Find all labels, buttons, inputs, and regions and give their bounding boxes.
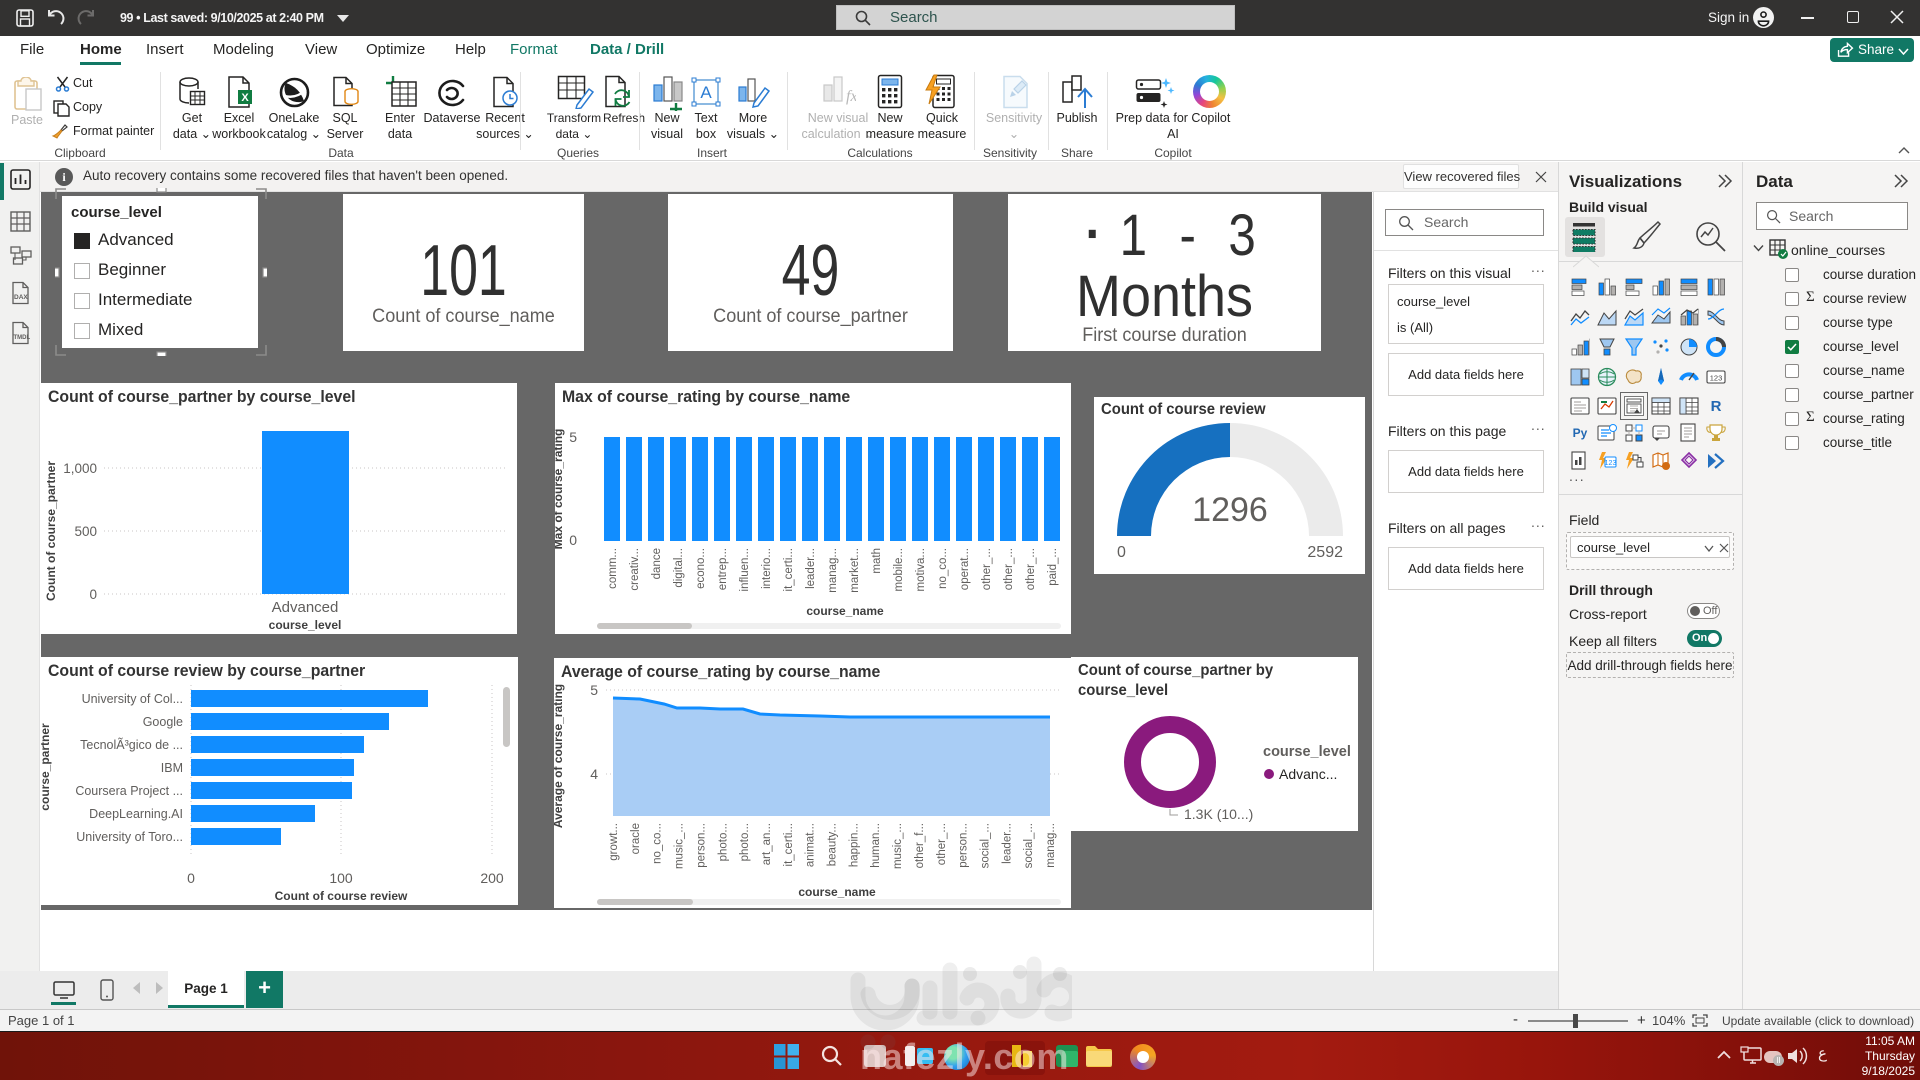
svg-text:photo...: photo... xyxy=(717,823,729,861)
svg-text:1296: 1296 xyxy=(1192,491,1268,529)
svg-text:A: A xyxy=(700,83,712,102)
svg-text:no_co...: no_co... xyxy=(652,823,664,864)
svg-text:mobile...: mobile... xyxy=(893,548,905,591)
svg-text:music_...: music_... xyxy=(892,823,904,869)
svg-text:other_...: other_... xyxy=(1003,548,1015,590)
svg-text:art_an...: art_an... xyxy=(761,823,773,865)
svg-text:leader...: leader... xyxy=(805,548,817,589)
svg-text:manag...: manag... xyxy=(1045,823,1057,868)
svg-text:200: 200 xyxy=(480,870,504,886)
svg-text:human...: human... xyxy=(870,823,882,868)
svg-text:manag...: manag... xyxy=(827,548,839,593)
svg-text:course_level: course_level xyxy=(269,618,342,632)
svg-text:animat...: animat... xyxy=(805,823,817,867)
svg-text:operat...: operat... xyxy=(959,548,971,590)
svg-text:Max of course_rating: Max of course_rating xyxy=(555,429,565,550)
svg-text:dance: dance xyxy=(651,548,663,579)
svg-text:1.3K (10...): 1.3K (10...) xyxy=(1184,806,1253,822)
svg-text:4: 4 xyxy=(590,766,598,782)
svg-text:other_...: other_... xyxy=(936,823,948,865)
svg-text:2592: 2592 xyxy=(1307,544,1343,561)
svg-text:happin...: happin... xyxy=(848,823,860,867)
svg-text:no_co...: no_co... xyxy=(937,548,949,589)
svg-text:Coursera Project ...: Coursera Project ... xyxy=(75,784,183,798)
svg-text:entrep...: entrep... xyxy=(717,548,729,590)
svg-text:digital...: digital... xyxy=(673,548,685,588)
svg-text:course_level: course_level xyxy=(1263,744,1351,760)
svg-text:interio...: interio... xyxy=(761,548,773,589)
svg-text:X: X xyxy=(241,92,249,104)
svg-text:oracle: oracle xyxy=(630,823,642,854)
svg-text:paid_...: paid_... xyxy=(1047,548,1059,586)
svg-text:it_certi...: it_certi... xyxy=(783,548,795,591)
svg-text:0: 0 xyxy=(89,587,97,602)
svg-text:DeepLearning.AI: DeepLearning.AI xyxy=(89,807,183,821)
svg-text:TMDL: TMDL xyxy=(14,335,31,341)
svg-text:0: 0 xyxy=(187,870,195,886)
svg-text:123: 123 xyxy=(1710,374,1723,383)
svg-text:it_certi...: it_certi... xyxy=(783,823,795,866)
svg-text:creativ...: creativ... xyxy=(629,548,641,591)
svg-text:fx: fx xyxy=(846,88,856,105)
svg-text:math: math xyxy=(871,548,883,574)
svg-text:1,000: 1,000 xyxy=(63,461,97,476)
svg-text:influen...: influen... xyxy=(739,548,751,591)
svg-text:social_...: social_... xyxy=(1023,823,1035,868)
svg-text:other_f...: other_f... xyxy=(914,823,926,868)
svg-text:Py: Py xyxy=(1573,426,1588,440)
svg-text:other_...: other_... xyxy=(1025,548,1037,590)
svg-text:beauty...: beauty... xyxy=(827,823,839,866)
svg-text:course_name: course_name xyxy=(798,885,876,899)
svg-text:Average of course_rating: Average of course_rating xyxy=(554,684,565,828)
svg-text:Google: Google xyxy=(143,715,183,729)
svg-text:R: R xyxy=(1711,398,1722,415)
svg-text:other_...: other_... xyxy=(981,548,993,590)
svg-text:person...: person... xyxy=(695,823,707,868)
svg-text:0: 0 xyxy=(1117,544,1126,561)
svg-text:TecnolÃ³gico de ...: TecnolÃ³gico de ... xyxy=(80,738,183,752)
svg-text:social_...: social_... xyxy=(979,823,991,868)
svg-text:growt...: growt... xyxy=(608,823,620,861)
svg-text:Advanced: Advanced xyxy=(272,599,339,616)
svg-text:Count of course_partner: Count of course_partner xyxy=(44,461,58,601)
svg-text:123: 123 xyxy=(1605,460,1617,467)
svg-text:Advanc...: Advanc... xyxy=(1279,766,1337,782)
svg-text:motiva...: motiva... xyxy=(915,548,927,591)
svg-text:econo...: econo... xyxy=(695,548,707,589)
svg-text:University of Toro...: University of Toro... xyxy=(76,830,183,844)
svg-text:course_name: course_name xyxy=(806,604,884,618)
svg-text:5: 5 xyxy=(590,682,598,698)
svg-text:Count of course review: Count of course review xyxy=(275,889,408,903)
svg-text:music_...: music_... xyxy=(674,823,686,869)
svg-text:5: 5 xyxy=(569,429,577,445)
svg-text:University of Col...: University of Col... xyxy=(82,692,183,706)
svg-text:comm...: comm... xyxy=(607,548,619,589)
svg-text:photo...: photo... xyxy=(739,823,751,861)
svg-text:0: 0 xyxy=(569,532,577,548)
svg-text:course_partner: course_partner xyxy=(41,723,52,811)
svg-text:DAX: DAX xyxy=(14,294,28,301)
svg-text:IBM: IBM xyxy=(161,761,183,775)
svg-text:leader...: leader... xyxy=(1001,823,1013,864)
svg-text:500: 500 xyxy=(74,524,97,539)
svg-text:person...: person... xyxy=(958,823,970,868)
svg-text:market...: market... xyxy=(849,548,861,593)
svg-text:100: 100 xyxy=(329,870,353,886)
